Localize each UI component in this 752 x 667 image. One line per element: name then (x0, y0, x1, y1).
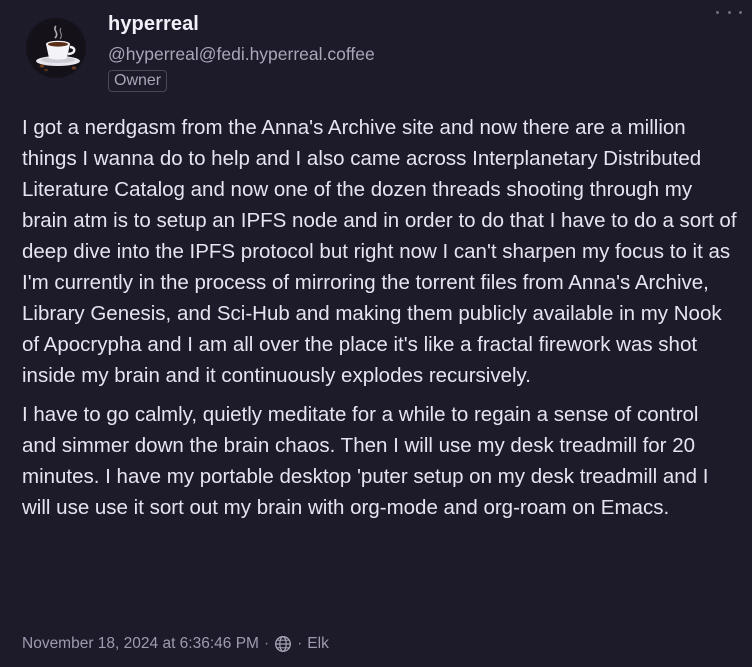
globe-icon[interactable] (274, 635, 292, 653)
author-display-name[interactable]: hyperreal (108, 13, 199, 36)
status-card: hyperreal @hyperreal@fedi.hyperreal.coff… (0, 0, 752, 667)
post-timestamp[interactable]: November 18, 2024 at 6:36:46 PM (22, 635, 259, 653)
post-footer: November 18, 2024 at 6:36:46 PM · · Elk (22, 635, 329, 653)
more-dot (739, 10, 742, 14)
more-dot (727, 10, 731, 14)
post-paragraph: I have to go calmly, quietly meditate fo… (22, 403, 709, 519)
coffee-cup-avatar-icon (26, 18, 86, 78)
author-handle[interactable]: @hyperreal@fedi.hyperreal.coffee (108, 44, 375, 65)
role-badge: Owner (108, 70, 168, 92)
separator: · (263, 635, 270, 652)
avatar[interactable] (26, 18, 86, 78)
post-paragraph: I got a nerdgasm from the Anna's Archive… (22, 116, 737, 387)
client-name[interactable]: Elk (307, 635, 329, 653)
more-options-icon[interactable] (716, 2, 742, 22)
more-dot (716, 10, 719, 14)
separator: · (297, 635, 303, 652)
post-content: I got a nerdgasm from the Anna's Archive… (22, 112, 738, 531)
